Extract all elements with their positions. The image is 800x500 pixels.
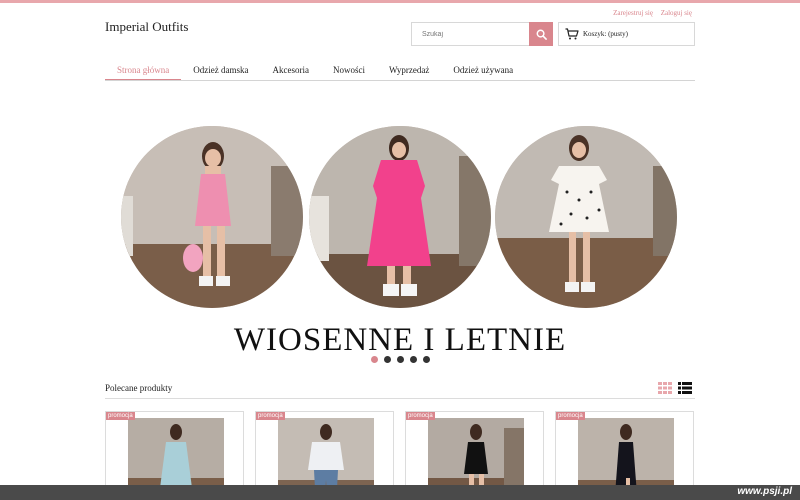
- nav-item-womens-clothing[interactable]: Odzież damska: [181, 64, 260, 80]
- hero-photo-polka-dot-dress: [495, 126, 677, 308]
- view-toggle: [658, 382, 692, 394]
- promo-badge: promocja: [556, 412, 585, 420]
- promo-badge: promocja: [106, 412, 135, 420]
- search-input[interactable]: [412, 23, 530, 46]
- login-link[interactable]: Zaloguj się: [661, 9, 692, 17]
- nav-item-second-hand[interactable]: Odzież używana: [441, 64, 525, 80]
- hero-photo-fuchsia-dress: [309, 126, 491, 308]
- grid-view-icon[interactable]: [658, 382, 672, 394]
- register-link[interactable]: Zarejestruj się: [613, 9, 653, 17]
- list-view-icon[interactable]: [678, 382, 692, 394]
- store-logo[interactable]: Imperial Outfits: [105, 19, 188, 35]
- slider-dot-3[interactable]: [397, 356, 404, 363]
- cart-icon: [565, 28, 579, 40]
- section-title-recommended: Polecane produkty: [105, 383, 173, 393]
- watermark-text: www.psji.pl: [737, 486, 792, 497]
- hero-photo-pink-dress: [121, 126, 303, 308]
- slider-dot-2[interactable]: [384, 356, 391, 363]
- cart-label: Koszyk: (pusty): [583, 30, 628, 38]
- nav-item-home[interactable]: Strona główna: [105, 64, 182, 80]
- hero-caption: WIOSENNE I LETNIE: [233, 322, 567, 358]
- promo-badge: promocja: [256, 412, 285, 420]
- nav-item-sale[interactable]: Wyprzedaż: [377, 64, 441, 80]
- nav-item-new-arrivals[interactable]: Nowości: [321, 64, 377, 80]
- nav-item-accessories[interactable]: Akcesoria: [260, 64, 320, 80]
- top-accent-border: [0, 0, 800, 3]
- slider-dot-4[interactable]: [410, 356, 417, 363]
- watermark-bar: www.psji.pl: [0, 485, 800, 500]
- main-navigation: Strona główna Odzież damska Akcesoria No…: [105, 64, 695, 81]
- slider-dot-1[interactable]: [371, 356, 378, 363]
- section-divider: [105, 398, 695, 399]
- search-button[interactable]: [529, 22, 553, 46]
- search-form: [411, 22, 553, 46]
- slider-dot-5[interactable]: [423, 356, 430, 363]
- slider-pagination: [371, 356, 430, 363]
- search-icon: [536, 29, 547, 40]
- account-links: Zarejestruj się Zaloguj się: [607, 9, 692, 17]
- cart-button[interactable]: Koszyk: (pusty): [558, 22, 695, 46]
- promo-badge: promocja: [406, 412, 435, 420]
- hero-slider[interactable]: WIOSENNE I LETNIE: [105, 118, 695, 368]
